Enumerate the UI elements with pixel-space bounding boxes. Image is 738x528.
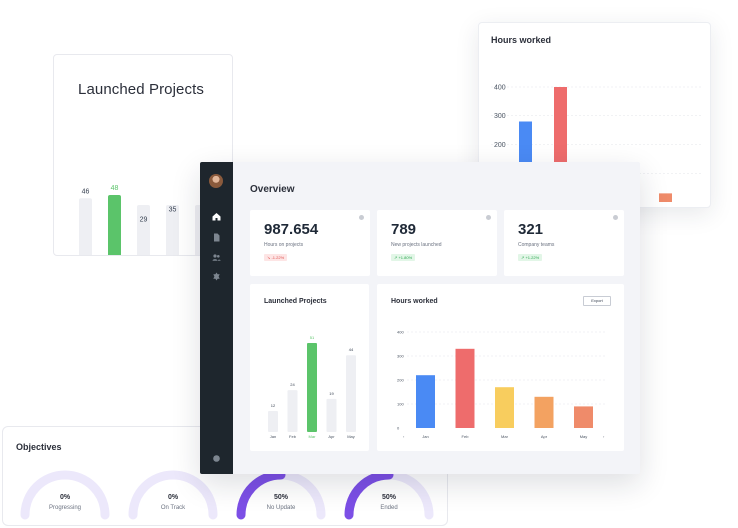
bar-may <box>659 193 672 202</box>
bar-apr <box>534 396 554 428</box>
objectives-title: Objectives <box>16 442 62 452</box>
launched-projects-panel-chart: 12 Jan 24 Feb 51 Mar 19 Apr 44 May <box>268 335 356 439</box>
main-content: Overview 987.654 Hours on projects ↘ -1.… <box>233 162 640 474</box>
bar-value-label-feb: 24 <box>290 382 295 387</box>
bar-mar <box>137 226 150 255</box>
info-icon[interactable] <box>359 215 364 220</box>
gauge-percent: 50% <box>273 494 288 501</box>
chart-next-arrow: › <box>603 434 605 439</box>
users-icon[interactable] <box>211 252 222 263</box>
stat-value: 789 <box>391 221 417 238</box>
x-tick-label-may: May <box>580 434 588 439</box>
bar-feb <box>108 195 121 255</box>
bar-jan <box>416 375 435 428</box>
y-tick-label-400: 400 <box>494 84 506 91</box>
bar-value-label-mar: 29 <box>140 216 148 223</box>
gauge-label: On Track <box>160 505 186 511</box>
stat-value: 321 <box>518 221 544 238</box>
bar-mar <box>495 387 514 428</box>
help-icon[interactable] <box>211 453 222 464</box>
y-tick-label-100: 100 <box>397 401 404 406</box>
info-icon[interactable] <box>486 215 491 220</box>
stat-label: Company teams <box>518 242 555 248</box>
page-title: Overview <box>250 184 295 195</box>
x-tick-label-feb: Feb <box>462 434 470 439</box>
trend-badge: ↘ -1.22% <box>264 254 288 261</box>
bar-jan <box>79 198 92 255</box>
x-tick-label-mar: Mar <box>309 434 317 439</box>
x-tick-label-jan: Jan <box>422 434 428 439</box>
trend-badge: ↗ +1.80% <box>391 254 416 261</box>
x-tick-label-jan: Jan <box>270 434 276 439</box>
bar-value-label-feb: 48 <box>111 185 119 192</box>
settings-icon[interactable] <box>211 271 222 282</box>
info-icon[interactable] <box>613 215 618 220</box>
bar-may <box>574 406 593 428</box>
y-tick-label-300: 300 <box>494 113 506 120</box>
stat-label: New projects launched <box>391 242 442 248</box>
gauge-percent: 0% <box>167 494 179 501</box>
gauge-on-track: 0% On Track <box>125 467 221 527</box>
stat-card-teams: 321 Company teams ↗ +1.22% <box>504 210 624 276</box>
avatar[interactable] <box>209 174 223 188</box>
x-tick-label-apr: Apr <box>541 434 548 439</box>
bar-mar <box>307 343 317 432</box>
bar-value-label-jan: 46 <box>82 188 90 195</box>
sidebar <box>200 162 233 474</box>
gauge-label: Progressing <box>48 505 81 511</box>
stat-card-hours: 987.654 Hours on projects ↘ -1.22% <box>250 210 370 276</box>
bar-may <box>346 355 356 432</box>
bar-value-label-jan: 12 <box>271 403 276 408</box>
gauge-no-update: 50% No Update <box>233 467 329 527</box>
x-tick-label-may: May <box>347 434 355 439</box>
gauge-progressing: 0% Progressing <box>17 467 113 527</box>
x-tick-label-mar: Mar <box>501 434 509 439</box>
launched-projects-panel: Launched Projects 12 Jan 24 Feb 51 Mar 19 Apr 44… <box>250 284 369 451</box>
gauge-percent: 0% <box>59 494 71 501</box>
stat-label: Hours on projects <box>264 242 304 248</box>
bar-value-label-may: 44 <box>349 347 354 352</box>
stat-value: 987.654 <box>264 221 319 238</box>
trend-badge: ↗ +1.22% <box>518 254 543 261</box>
home-icon[interactable] <box>211 211 222 222</box>
y-tick-label-300: 300 <box>397 353 404 358</box>
bar-feb <box>287 390 298 432</box>
bar-value-label-apr: 19 <box>329 391 334 396</box>
gauge-label: Ended <box>380 505 398 511</box>
document-icon[interactable] <box>211 232 222 243</box>
dashboard-window: Overview 987.654 Hours on projects ↘ -1.… <box>200 162 640 474</box>
y-tick-label-0: 0 <box>397 425 400 430</box>
y-tick-label-200: 200 <box>397 377 404 382</box>
gauge-percent: 50% <box>381 494 396 501</box>
bar-value-label-apr: 35 <box>169 206 177 213</box>
bar-apr <box>326 398 337 432</box>
hours-worked-panel-chart: 0 100 200 300 400 Jan Feb Mar Apr May ‹ › <box>397 329 607 439</box>
chart-prev-arrow: ‹ <box>403 434 405 439</box>
bar-jan <box>268 411 278 432</box>
hours-worked-panel: Hours worked Export 0 100 200 300 400 Jan Feb M… <box>377 284 624 451</box>
stat-card-projects: 789 New projects launched ↗ +1.80% <box>377 210 497 276</box>
bar-apr <box>166 216 179 255</box>
y-tick-label-200: 200 <box>494 142 506 149</box>
y-tick-label-400: 400 <box>397 329 404 334</box>
gauge-ended: 50% Ended <box>341 467 437 527</box>
gauge-label: No Update <box>266 505 296 511</box>
x-tick-label-feb: Feb <box>289 434 297 439</box>
x-tick-label-apr: Apr <box>328 434 335 439</box>
bar-value-label-mar: 51 <box>310 335 315 340</box>
bar-feb <box>455 348 475 428</box>
